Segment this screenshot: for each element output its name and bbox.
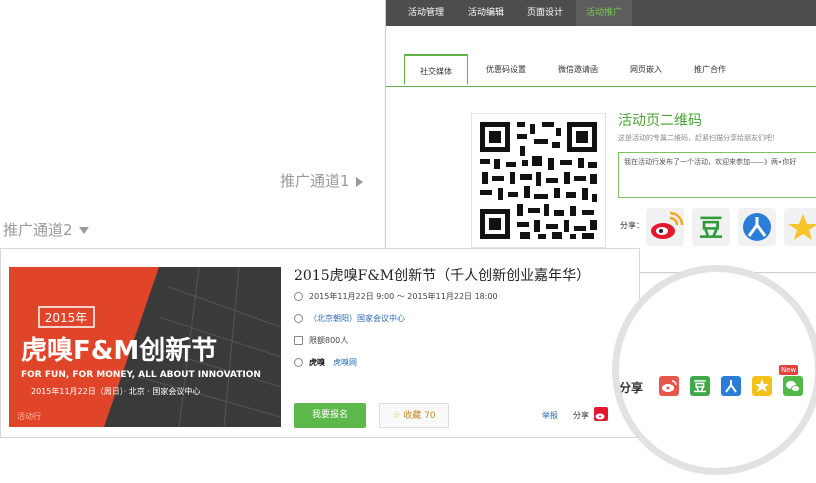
event-card: 2015年 虎嗅F&M创新节 FOR FUN, FOR MONEY, ALL A… — [0, 248, 640, 438]
star-icon: ☆ — [392, 411, 401, 421]
promo-tabs: 社交媒体 优惠码设置 微信邀请函 网页嵌入 推广合作 — [386, 54, 816, 87]
share-text-area[interactable]: 我在活动行发布了一个活动，欢迎来参加——》两∙你好 — [618, 152, 816, 198]
channel-1-label: 推广通道1 — [280, 170, 363, 191]
event-datetime: 2015年11月22日 9:00 ～ 2015年11月22日 18:00 — [309, 292, 498, 301]
admin-top-nav: 活动管理 活动编辑 页面设计 活动推广 — [386, 0, 816, 26]
banner-year: 2015年 — [45, 311, 88, 325]
favorite-button[interactable]: ☆ 收藏 70 — [379, 403, 449, 428]
tab-wechat-invite[interactable]: 微信邀请函 — [546, 54, 610, 86]
banner-graphic: 2015年 虎嗅F&M创新节 FOR FUN, FOR MONEY, ALL A… — [9, 267, 281, 427]
channel-1-text: 推广通道1 — [280, 172, 350, 190]
qzone-icon — [788, 214, 816, 240]
magnifier-weibo-button[interactable] — [659, 376, 679, 396]
event-location-link[interactable]: （北京朝阳）国家会议中心 — [309, 314, 405, 323]
banner-watermark: 活动行 — [17, 411, 41, 421]
share-magnifier: 分享 豆 New — [612, 265, 816, 475]
tab-social-media[interactable]: 社交媒体 — [404, 54, 468, 85]
nav-page-design[interactable]: 页面设计 — [517, 0, 573, 26]
report-link[interactable]: 举报 — [542, 410, 558, 421]
weibo-icon — [595, 413, 605, 420]
arrow-down-icon — [78, 227, 89, 234]
event-capacity: 限额800人 — [309, 336, 349, 345]
event-weibo-share-button[interactable] — [594, 407, 608, 421]
event-banner[interactable]: 2015年 虎嗅F&M创新节 FOR FUN, FOR MONEY, ALL A… — [9, 267, 281, 427]
clock-icon — [294, 292, 303, 301]
location-pin-icon — [294, 314, 303, 323]
magnifier-wechat-button[interactable] — [783, 376, 803, 396]
renren-icon — [743, 213, 771, 241]
organizer-icon — [294, 358, 303, 367]
tab-coupon-setting[interactable]: 优惠码设置 — [474, 54, 538, 86]
event-share-label: 分享 — [573, 411, 589, 420]
svg-text:豆: 豆 — [699, 214, 723, 242]
douban-icon: 豆 — [699, 214, 723, 242]
event-title[interactable]: 2015虎嗅F&M创新节（千人创新创业嘉年华） — [294, 265, 590, 285]
wechat-icon — [786, 381, 800, 392]
channel-2-text: 推广通道2 — [3, 221, 73, 239]
event-location-row: （北京朝阳）国家会议中心 — [294, 313, 405, 324]
svg-text:豆: 豆 — [693, 380, 706, 395]
qzone-icon — [755, 379, 769, 392]
banner-brand: 虎嗅F&M创新节 — [21, 335, 217, 366]
ticket-icon — [294, 336, 303, 345]
banner-slogan: FOR FUN, FOR MONEY, ALL ABOUT INNOVATION — [21, 370, 261, 380]
qr-section-title: 活动页二维码 — [618, 113, 702, 129]
favorite-count: 70 — [424, 411, 436, 421]
organizer-logo: 虎嗅 — [309, 358, 325, 367]
channel-2-label: 推广通道2 — [3, 219, 89, 240]
renren-share-button[interactable] — [738, 208, 776, 246]
qr-section-description: 这是活动的专属二维码，赶紧扫描分享给朋友们吧！ — [618, 134, 779, 142]
nav-activity-edit[interactable]: 活动编辑 — [458, 0, 514, 26]
magnifier-qzone-button[interactable] — [752, 376, 772, 396]
register-button[interactable]: 我要报名 — [294, 403, 366, 428]
event-datetime-row: 2015年11月22日 9:00 ～ 2015年11月22日 18:00 — [294, 291, 498, 302]
new-badge: New — [779, 365, 799, 375]
promotion-admin-window: 活动管理 活动编辑 页面设计 活动推广 社交媒体 优惠码设置 微信邀请函 网页嵌… — [385, 0, 816, 273]
event-organizer-row: 虎嗅 虎嗅网 — [294, 357, 357, 368]
qzone-share-button[interactable] — [784, 208, 816, 246]
arrow-right-icon — [355, 176, 363, 187]
qr-code-icon — [472, 114, 605, 247]
tab-promo-cooperation[interactable]: 推广合作 — [678, 54, 742, 86]
nav-activity-promote[interactable]: 活动推广 — [576, 0, 632, 26]
tab-web-embed[interactable]: 网页嵌入 — [614, 54, 678, 86]
weibo-icon — [662, 380, 677, 392]
douban-icon: 豆 — [693, 380, 706, 395]
nav-activity-manage[interactable]: 活动管理 — [398, 0, 454, 26]
douban-share-button[interactable]: 豆 — [692, 208, 730, 246]
renren-icon — [725, 380, 737, 393]
weibo-icon — [651, 211, 684, 239]
event-capacity-row: 限额800人 — [294, 335, 348, 346]
organizer-link[interactable]: 虎嗅网 — [333, 358, 357, 367]
magnifier-share-label: 分享 — [619, 381, 644, 395]
weibo-share-button[interactable] — [646, 208, 684, 246]
magnifier-douban-button[interactable]: 豆 — [690, 376, 710, 396]
magnifier-renren-button[interactable] — [721, 376, 741, 396]
qr-code-frame — [471, 113, 606, 248]
banner-date-location: 2015年11月22日（周日）· 北京 · 国家会议中心 — [31, 386, 200, 396]
favorite-label: 收藏 — [403, 411, 422, 421]
share-label: 分享： — [620, 221, 644, 230]
